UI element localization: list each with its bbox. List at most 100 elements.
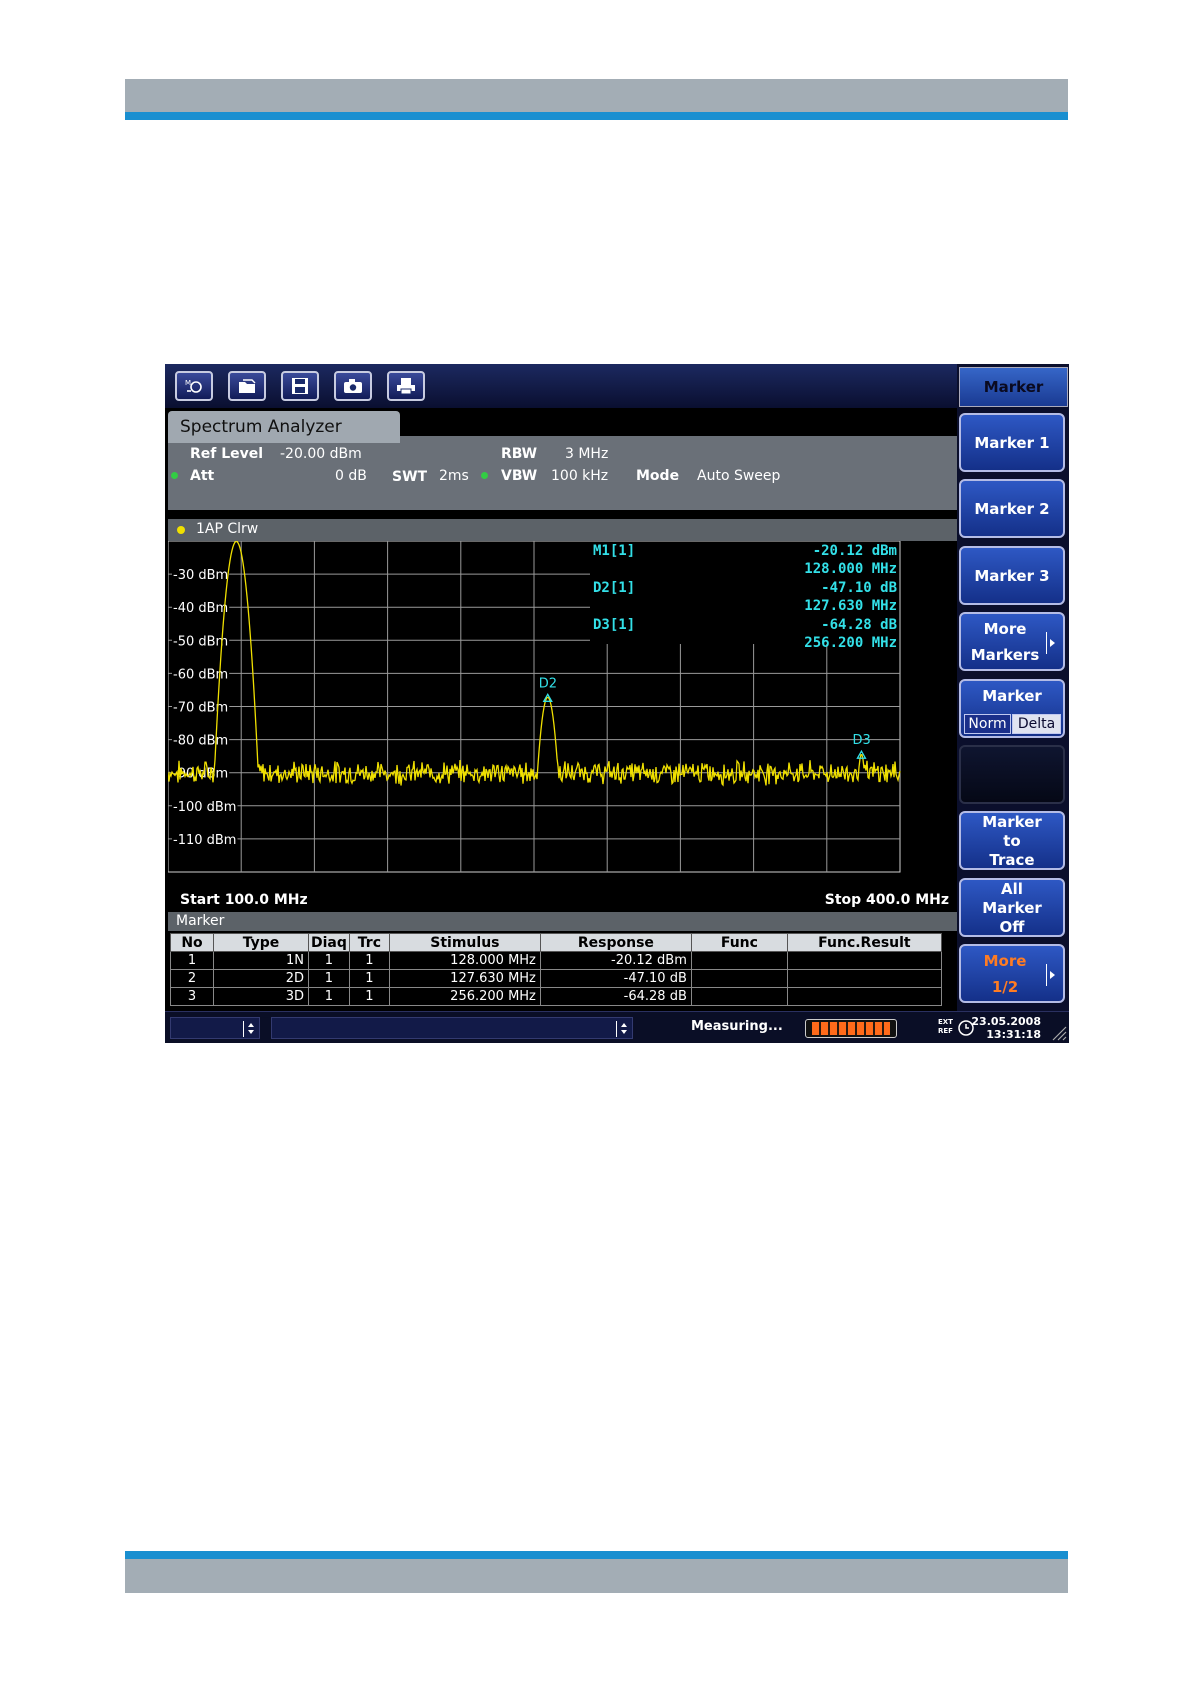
analyzer-screen: M Spectrum Analyzer Ref Level -20.00 dBm…: [165, 364, 1069, 1043]
rbw-label: RBW: [501, 446, 538, 462]
marker-table-cell: 2: [170, 969, 214, 988]
marker-readout-name: M1[1]: [593, 543, 635, 559]
marker-table-col-1: Type: [213, 933, 309, 952]
spin-arrows-icon[interactable]: [243, 1021, 257, 1037]
marker-table-cell: 1: [308, 951, 350, 970]
trace-indicator-dot: [177, 526, 185, 534]
toolbar: M: [165, 364, 957, 408]
ext-ref-indicator: EXT REF: [938, 1018, 953, 1036]
marker-table-col-7: Func.Result: [786, 933, 942, 952]
marker-table-header: Marker: [168, 912, 957, 931]
marker-table-cell: -20.12 dBm: [539, 951, 692, 970]
all-marker-off-button[interactable]: All Marker Off: [959, 878, 1065, 937]
more-page-line2: 1/2: [991, 978, 1019, 996]
all-marker-off-line3: Off: [999, 918, 1025, 936]
marker-table-cell: 1: [308, 987, 350, 1006]
marker-table-cell: 1: [348, 987, 390, 1006]
marker-table-cell: 2D: [213, 969, 309, 988]
marker-table-col-5: Response: [539, 933, 692, 952]
vbw-label: VBW: [501, 468, 538, 484]
measurement-area: Spectrum Analyzer Ref Level -20.00 dBm R…: [165, 408, 957, 1011]
marker-to-trace-line1: Marker: [982, 813, 1042, 831]
marker-table-cell: [690, 969, 788, 988]
marker-table: No Type Diaq Trc Stimulus Response Func Func.Re…: [170, 933, 942, 1006]
y-axis-tick-label: -50 dBm: [173, 634, 228, 649]
marker-table-row[interactable]: 1 1N 1 1 128.000 MHz -20.12 dBm: [170, 951, 942, 970]
more-markers-line1: More: [983, 620, 1027, 638]
att-label: Att: [190, 468, 215, 484]
softkey-panel: Marker Marker 1 Marker 2 Marker 3 More M…: [957, 364, 1069, 1011]
print-icon[interactable]: [387, 371, 425, 401]
marker-table-cell: 3D: [213, 987, 309, 1006]
svg-text:M: M: [185, 379, 191, 387]
all-marker-off-line1: All: [1001, 880, 1023, 898]
ref-label: REF: [938, 1027, 953, 1035]
spin-arrows-icon[interactable]: [616, 1021, 630, 1037]
save-icon[interactable]: [281, 371, 319, 401]
settings-panel: Ref Level -20.00 dBm RBW 3 MHz Att 0 dB …: [168, 443, 957, 510]
sweep-progress-bar: [805, 1019, 897, 1038]
marker-table-cell: [690, 951, 788, 970]
marker-readout-level: -20.12 dBm: [813, 543, 897, 559]
marker-1-label: Marker 1: [974, 434, 1050, 452]
rbw-value: 3 MHz: [565, 446, 609, 462]
marker-readout-name: D3[1]: [593, 617, 635, 633]
more-page-line1: More: [983, 952, 1027, 970]
page-header-band: [125, 79, 1068, 112]
page-header-rule: [125, 112, 1068, 120]
marker-table-row[interactable]: 3 3D 1 1 256.200 MHz -64.28 dB: [170, 987, 942, 1006]
marker-table-col-6: Func: [690, 933, 788, 952]
marker-table-cell: -47.10 dB: [539, 969, 692, 988]
submenu-arrow-icon: [1046, 964, 1056, 986]
resize-grip-icon[interactable]: [1049, 1023, 1067, 1041]
marker-table-cell: 127.630 MHz: [388, 969, 541, 988]
y-axis-tick-label: -80 dBm: [173, 734, 228, 749]
marker-table-title: Marker: [176, 913, 225, 929]
marker-2-button[interactable]: Marker 2: [959, 479, 1065, 538]
marker-1-button[interactable]: Marker 1: [959, 413, 1065, 472]
page-footer-rule: [125, 1551, 1068, 1559]
marker-table-row[interactable]: 2 2D 1 1 127.630 MHz -47.10 dB: [170, 969, 942, 988]
trace-info-bar: 1AP Clrw: [168, 519, 957, 541]
mode-value: Auto Sweep: [697, 468, 781, 484]
marker-table-cell: [690, 987, 788, 1006]
marker-table-cell: 1N: [213, 951, 309, 970]
marker-table-col-3: Trc: [348, 933, 390, 952]
marker-table-cell: 1: [348, 969, 390, 988]
screenshot-camera-icon[interactable]: [334, 371, 372, 401]
more-markers-button[interactable]: More Markers: [959, 612, 1065, 671]
marker-table-cell: 1: [348, 951, 390, 970]
marker-to-trace-button[interactable]: Marker to Trace: [959, 811, 1065, 870]
delta-option[interactable]: Delta: [1012, 714, 1061, 734]
norm-option[interactable]: Norm: [964, 714, 1011, 734]
marker-label-d2: D2: [539, 676, 557, 691]
trace-label: 1AP Clrw: [196, 521, 259, 537]
marker-readout-frequency: 128.000 MHz: [804, 561, 897, 577]
marker-table-cell: [786, 951, 942, 970]
status-selector-main[interactable]: [271, 1017, 633, 1039]
stop-frequency: Stop 400.0 MHz: [824, 892, 949, 908]
tab-spectrum-analyzer[interactable]: Spectrum Analyzer: [168, 411, 400, 443]
status-bar: Measuring... EXT REF 23.05.2008 13:31:18: [165, 1011, 1069, 1043]
page-footer-band: [125, 1559, 1068, 1593]
marker-table-cell: 128.000 MHz: [388, 951, 541, 970]
status-selector-left[interactable]: [170, 1017, 260, 1039]
marker-norm-delta-toggle[interactable]: Marker Norm Delta: [959, 679, 1065, 738]
y-axis-tick-label: -100 dBm: [173, 800, 236, 815]
marker-label-d3: D3: [852, 733, 870, 748]
marker-3-label: Marker 3: [974, 567, 1050, 585]
mode-label: Mode: [636, 468, 680, 484]
swt-label: SWT: [392, 469, 428, 485]
marker-3-button[interactable]: Marker 3: [959, 546, 1065, 605]
marker-mode-label: Marker: [982, 687, 1042, 705]
status-time: 13:31:18: [986, 1028, 1041, 1041]
marker-table-cell: [786, 987, 942, 1006]
more-page-button[interactable]: More 1/2: [959, 944, 1065, 1003]
y-axis-tick-label: -40 dBm: [173, 601, 228, 616]
open-file-icon[interactable]: [228, 371, 266, 401]
mode-icon[interactable]: M: [175, 371, 213, 401]
marker-2-label: Marker 2: [974, 500, 1050, 518]
marker-table-cell: 1: [308, 969, 350, 988]
y-axis-tick-label: -30 dBm: [173, 568, 228, 583]
att-value: 0 dB: [335, 468, 367, 484]
